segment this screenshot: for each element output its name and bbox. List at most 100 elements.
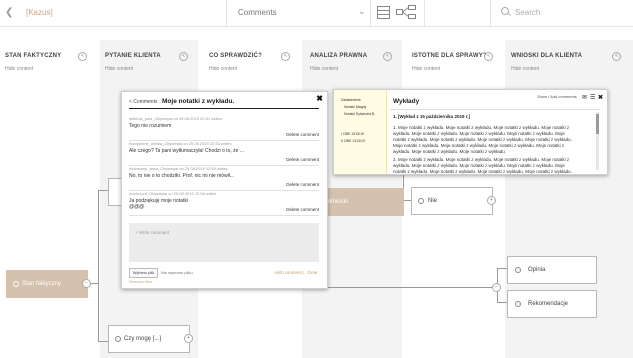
hide-content-link[interactable]: Hide content bbox=[105, 66, 133, 72]
flow-view-icon[interactable] bbox=[396, 5, 416, 20]
separator: | bbox=[303, 270, 305, 275]
divider bbox=[226, 0, 227, 26]
text-line: notatki z wykładu. Moje notatki z wykład… bbox=[393, 169, 572, 174]
node-label: Rekomendacje bbox=[528, 301, 569, 307]
column-title: PYTANIE KLIENTA bbox=[105, 53, 161, 59]
text-line: Moje notatki z wykładu. Moje notatki z w… bbox=[393, 143, 565, 148]
choose-file-button[interactable]: Wybierz plik bbox=[129, 268, 158, 278]
comment-text-extra: @@@ bbox=[129, 204, 145, 210]
text-line: wykładu. Moje notatki z wykładu. Moje no… bbox=[393, 163, 565, 168]
clear-button[interactable]: Clear bbox=[307, 270, 318, 275]
chevron-left-icon[interactable]: < bbox=[383, 52, 392, 61]
search-input[interactable]: Search bbox=[515, 8, 540, 17]
search-icon[interactable] bbox=[501, 7, 509, 15]
section-heading: 1. [Wykład z 15 października 2019 r.] bbox=[393, 114, 470, 119]
sidebar-item[interactable]: Zakładnienie bbox=[341, 98, 361, 102]
table-view-icon[interactable] bbox=[377, 6, 390, 19]
node-label: Czy mogę [...] bbox=[124, 336, 162, 342]
expand-connector-icon[interactable]: − bbox=[82, 279, 91, 288]
node-label: Stan faktyczny bbox=[22, 281, 62, 287]
comment-item: imiekos_pola_Obywepal on 05.08.2019 22:5… bbox=[129, 116, 319, 141]
search-icon bbox=[515, 301, 521, 307]
delete-comment-button[interactable]: Delete comment bbox=[286, 157, 319, 162]
comment-meta: rkodyprime_wielka_Obywepal on 25.08.2019… bbox=[129, 141, 232, 146]
node-label: Wnioski bbox=[327, 199, 349, 205]
scrollbar-thumb[interactable] bbox=[596, 114, 599, 134]
text-line: 2. Moje notatki z wykładu. Moje notatki … bbox=[393, 157, 570, 162]
delete-comment-button[interactable]: Delete comment bbox=[286, 132, 319, 137]
divider bbox=[390, 109, 600, 110]
comment-meta: imiekos_pola_Obywepal on 05.08.2019 22:5… bbox=[129, 116, 222, 121]
chevron-left-icon[interactable]: < bbox=[179, 52, 188, 61]
sidebar-item[interactable]: Notatki Magdy bbox=[344, 105, 366, 109]
modal-title: Moje notatki z wykładu. bbox=[162, 98, 235, 105]
add-connector-icon[interactable]: + bbox=[487, 196, 496, 205]
divider bbox=[370, 0, 371, 26]
node-wnioski[interactable]: Wnioski bbox=[322, 188, 404, 216]
hide-content-link[interactable]: Hide content bbox=[209, 66, 237, 72]
delete-comment-button[interactable]: Delete comment bbox=[286, 182, 319, 187]
remove-files-link[interactable]: Remove files bbox=[129, 279, 152, 284]
node-nie[interactable]: Nie bbox=[411, 187, 493, 215]
add-comment-button[interactable]: Add comment bbox=[274, 270, 302, 275]
search-icon bbox=[515, 267, 521, 273]
comment-item: rkodo-lorn_Obywepal on 25.08.2019 22:56 … bbox=[129, 191, 319, 216]
chevron-left-icon[interactable]: < bbox=[281, 52, 290, 61]
node-label: Nie bbox=[428, 198, 438, 204]
comment-meta: rkodo-lorn_Obywepal on 25.08.2019 22:56 … bbox=[129, 191, 217, 196]
column-stan-faktyczny: STAN FAKTYCZNY Hide content < bbox=[0, 40, 98, 358]
hide-content-link[interactable]: Hide content bbox=[511, 66, 539, 72]
mail-icon[interactable]: ✉ bbox=[582, 94, 587, 101]
back-to-comments-link[interactable]: < Comments bbox=[129, 99, 157, 105]
back-arrow-icon[interactable]: ❮ bbox=[5, 7, 13, 18]
search-icon bbox=[115, 336, 121, 342]
top-bar: ❮ [Kazus] Comments ⌄ Search bbox=[0, 0, 633, 27]
hide-content-link[interactable]: Hide content bbox=[310, 66, 338, 72]
show-add-comments-link[interactable]: Show / Add comments bbox=[537, 94, 577, 99]
divider bbox=[129, 108, 319, 109]
chevron-left-icon[interactable]: < bbox=[612, 52, 621, 61]
node-rekomendacje[interactable]: Rekomendacje bbox=[507, 290, 597, 318]
chevron-down-icon[interactable]: ⌄ bbox=[358, 6, 366, 17]
comments-modal: < Comments Moje notatki z wykładu. ✖ imi… bbox=[121, 91, 328, 289]
delete-comment-button[interactable]: Delete comment bbox=[286, 207, 319, 212]
connector-line bbox=[98, 190, 108, 191]
text-line: wykładu. Moje notatki z wykładu. Moje no… bbox=[393, 149, 507, 154]
comment-item: rkodyprime_wielka_Obywepal on 25.08.2019… bbox=[129, 141, 319, 166]
node-czy-moge[interactable]: Czy mogę [...] bbox=[108, 325, 190, 353]
connector-line bbox=[497, 268, 507, 269]
comment-text: Tego nie rozumiem bbox=[129, 123, 172, 129]
chevron-left-icon[interactable]: < bbox=[484, 52, 493, 61]
case-title: [Kazus] bbox=[26, 8, 53, 17]
sidebar-item[interactable]: Notatki Sylwestra B. bbox=[344, 112, 375, 116]
node-label: Opinia bbox=[528, 267, 546, 273]
connector-line bbox=[497, 302, 507, 303]
text-line: notatki z wykładu. Moje notatki z wykład… bbox=[393, 137, 572, 142]
comment-text: No, to nie o to chodziło. Prof. nic mi n… bbox=[129, 173, 235, 179]
document-title: Wykłady bbox=[393, 98, 420, 105]
document-sidebar: Zakładnienie Notatki Magdy Notatki Sylwe… bbox=[334, 90, 387, 174]
column-title: ANALIZA PRAWNA bbox=[310, 53, 368, 59]
chevron-left-icon[interactable]: < bbox=[78, 52, 87, 61]
sidebar-item[interactable]: II OBK 1313/19 bbox=[341, 139, 365, 143]
connector-line bbox=[326, 287, 496, 288]
node-opinia[interactable]: Opinia bbox=[507, 256, 597, 284]
column-title: WNIOSKI DLA KLIENTA bbox=[511, 53, 583, 59]
sidebar-item[interactable]: I OBK 1515/19 bbox=[341, 132, 364, 136]
expand-connector-icon[interactable]: − bbox=[492, 283, 501, 292]
hide-content-link[interactable]: Hide content bbox=[5, 66, 33, 72]
text-line: 1. Moje notatki z wykładu. Moje notatki … bbox=[393, 125, 570, 130]
add-connector-icon[interactable]: + bbox=[184, 334, 193, 343]
hide-content-link[interactable]: Hide content bbox=[412, 66, 440, 72]
close-icon[interactable]: ✖ bbox=[316, 94, 323, 103]
lecture-notes-panel: Zakładnienie Notatki Magdy Notatki Sylwe… bbox=[333, 89, 608, 175]
search-icon bbox=[418, 198, 424, 204]
write-comment-textarea[interactable]: + Write comment bbox=[129, 223, 319, 262]
comment-placeholder: + Write comment bbox=[135, 230, 170, 235]
node-stan-faktyczny[interactable]: Stan faktyczny bbox=[6, 270, 88, 298]
column-title: CO SPRAWDZIĆ? bbox=[209, 53, 262, 59]
close-icon[interactable]: ✖ bbox=[598, 94, 603, 101]
divider bbox=[424, 0, 425, 26]
menu-icon[interactable]: ☰ bbox=[590, 94, 595, 101]
comments-dropdown[interactable]: Comments bbox=[238, 8, 277, 17]
